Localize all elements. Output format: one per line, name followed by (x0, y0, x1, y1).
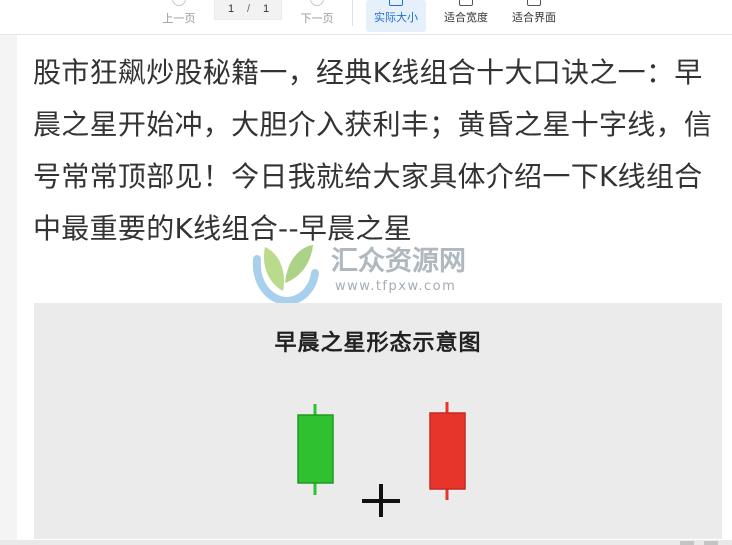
page-number-input[interactable]: 1 / 1 (214, 0, 282, 20)
page-separator: / (247, 3, 251, 15)
candlestick-illustration (297, 402, 466, 517)
bullish-candle (429, 402, 466, 500)
document-page: 股市狂飙炒股秘籍一，经典K线组合十大口诀之一：早晨之星开始冲，大胆介入获利丰；黄… (17, 35, 732, 540)
fit-page-label: 适合界面 (512, 11, 556, 24)
next-circle-icon (310, 0, 324, 6)
plus-symbol (362, 484, 400, 517)
article-paragraph: 股市狂飙炒股秘籍一，经典K线组合十大口诀之一：早晨之星开始冲，大胆介入获利丰；黄… (33, 56, 713, 245)
total-pages-number: 1 (263, 3, 270, 15)
previous-page-button[interactable]: 上一页 (153, 0, 205, 34)
morning-star-figure: 早晨之星形态示意图 (34, 303, 722, 539)
zoom-out-icon[interactable] (680, 541, 694, 545)
next-page-label: 下一页 (300, 12, 334, 25)
watermark-text: 汇众资源网 (331, 246, 466, 277)
fit-page-icon (527, 0, 541, 6)
zoom-in-icon[interactable] (704, 541, 718, 545)
fit-width-icon (459, 0, 473, 6)
fit-width-button[interactable]: 适合宽度 (436, 0, 496, 32)
next-page-button[interactable]: 下一页 (291, 0, 343, 34)
actual-size-button[interactable]: 实际大小 (366, 0, 426, 32)
prev-circle-icon (172, 0, 186, 6)
viewer-toolbar: 上一页 1 / 1 下一页 实际大小 适合宽度 适合界面 (0, 0, 732, 35)
actual-size-label: 实际大小 (374, 11, 418, 24)
bottom-status-bar (0, 540, 732, 545)
pdf-viewer: 上一页 1 / 1 下一页 实际大小 适合宽度 适合界面 股市狂飙炒股秘籍一，经… (0, 0, 732, 545)
fit-width-label: 适合宽度 (444, 11, 488, 24)
watermark-url: www.tfpxw.com (335, 279, 457, 294)
previous-page-label: 上一页 (162, 12, 196, 25)
current-page-number: 1 (228, 3, 235, 15)
actual-size-icon (389, 0, 403, 6)
toolbar-divider (352, 0, 353, 26)
fit-page-button[interactable]: 适合界面 (504, 0, 564, 32)
bearish-candle (297, 404, 334, 495)
watermark-logo-icon (252, 245, 319, 306)
